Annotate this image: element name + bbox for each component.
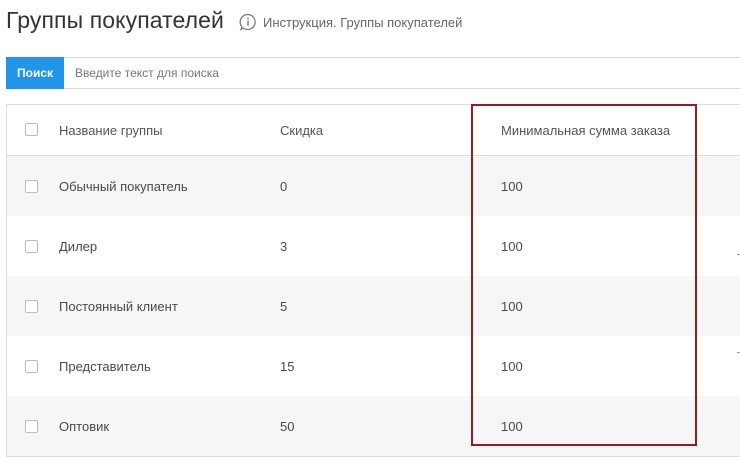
info-icon [239, 13, 257, 31]
cell-min-order: 100 [501, 418, 523, 434]
row-checkbox[interactable] [25, 419, 38, 433]
page-header: Группы покупателей Инструкция. Группы по… [6, 4, 462, 36]
table-header-row: Название группы Скидка Минимальная сумма… [7, 105, 740, 156]
select-all-checkbox[interactable] [25, 123, 38, 136]
cell-name[interactable]: Обычный покупатель [59, 179, 188, 194]
column-header-name[interactable]: Название группы [59, 123, 162, 138]
table-row[interactable]: Постоянный клиент 5 100 [7, 276, 740, 336]
cell-name[interactable]: Постоянный клиент [59, 299, 178, 314]
customer-groups-table: Название группы Скидка Минимальная сумма… [6, 104, 740, 457]
cell-min-order: 100 [501, 298, 523, 314]
cell-name[interactable]: Представитель [59, 359, 151, 374]
search-button[interactable]: Поиск [6, 57, 64, 89]
row-checkbox[interactable] [25, 299, 38, 313]
table-row[interactable]: Оптовик 50 100 [7, 396, 740, 456]
cell-discount: 0 [280, 178, 288, 194]
cell-name[interactable]: Оптовик [59, 419, 109, 434]
column-header-discount[interactable]: Скидка [280, 123, 323, 138]
search-input[interactable] [64, 58, 740, 88]
cell-min-order: 100 [501, 358, 523, 374]
cell-discount: 3 [280, 238, 288, 254]
help-link-label: Инструкция. Группы покупателей [263, 14, 463, 30]
help-link[interactable]: Инструкция. Группы покупателей [239, 13, 462, 31]
search-bar: Поиск [6, 57, 740, 89]
cell-discount: 15 [280, 358, 295, 374]
table-row[interactable]: Дилер 3 100 [7, 216, 740, 276]
row-checkbox[interactable] [25, 359, 38, 373]
page-title: Группы покупателей [6, 6, 224, 33]
cell-min-order: 100 [501, 178, 523, 194]
cell-name[interactable]: Дилер [59, 239, 97, 254]
column-header-min-order[interactable]: Минимальная сумма заказа [501, 123, 670, 138]
cell-min-order: 100 [501, 238, 523, 254]
page: Группы покупателей Инструкция. Группы по… [0, 0, 740, 461]
table-row[interactable]: Представитель 15 100 [7, 336, 740, 396]
table-row[interactable]: Обычный покупатель 0 100 [7, 156, 740, 216]
row-checkbox[interactable] [25, 179, 38, 193]
cell-discount: 50 [280, 418, 295, 434]
row-checkbox[interactable] [25, 239, 38, 253]
cell-discount: 5 [280, 298, 288, 314]
